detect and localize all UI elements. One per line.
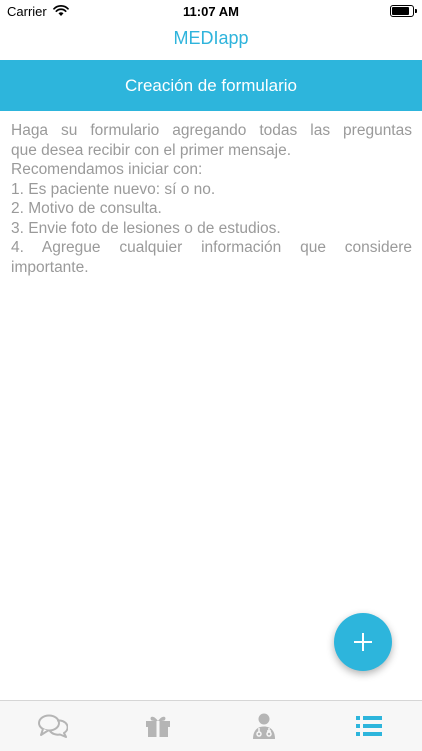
instruction-line: Recomendamos iniciar con: bbox=[11, 160, 412, 180]
battery-icon bbox=[390, 5, 414, 17]
tab-doctor[interactable] bbox=[211, 701, 317, 751]
instruction-line: que desea recibir con el primer mensaje. bbox=[11, 141, 412, 161]
instruction-line: 2. Motivo de consulta. bbox=[11, 199, 412, 219]
doctor-icon bbox=[252, 713, 276, 739]
tab-list[interactable] bbox=[317, 701, 422, 751]
app-title: MEDIapp bbox=[0, 28, 422, 49]
tab-chats[interactable] bbox=[0, 701, 106, 751]
gift-icon bbox=[145, 714, 171, 738]
instructions-text: Haga su formulario agregando todas las p… bbox=[11, 121, 412, 277]
instruction-line: importante. bbox=[11, 258, 412, 278]
instruction-line: 4. Agregue cualquier información que con… bbox=[11, 238, 412, 258]
tab-bar bbox=[0, 700, 422, 751]
status-bar: Carrier 11:07 AM bbox=[0, 0, 422, 22]
list-icon bbox=[356, 715, 382, 737]
instruction-line: Haga su formulario agregando todas las p… bbox=[11, 121, 412, 141]
instruction-line: 1. Es paciente nuevo: sí o no. bbox=[11, 180, 412, 200]
chat-bubbles-icon bbox=[38, 714, 68, 738]
plus-icon bbox=[354, 633, 372, 651]
banner-title: Creación de formulario bbox=[125, 76, 297, 96]
add-question-button[interactable] bbox=[334, 613, 392, 671]
instruction-line: 3. Envie foto de lesiones o de estudios. bbox=[11, 219, 412, 239]
status-time: 11:07 AM bbox=[0, 4, 422, 19]
tab-gifts[interactable] bbox=[106, 701, 212, 751]
page-banner: Creación de formulario bbox=[0, 60, 422, 111]
